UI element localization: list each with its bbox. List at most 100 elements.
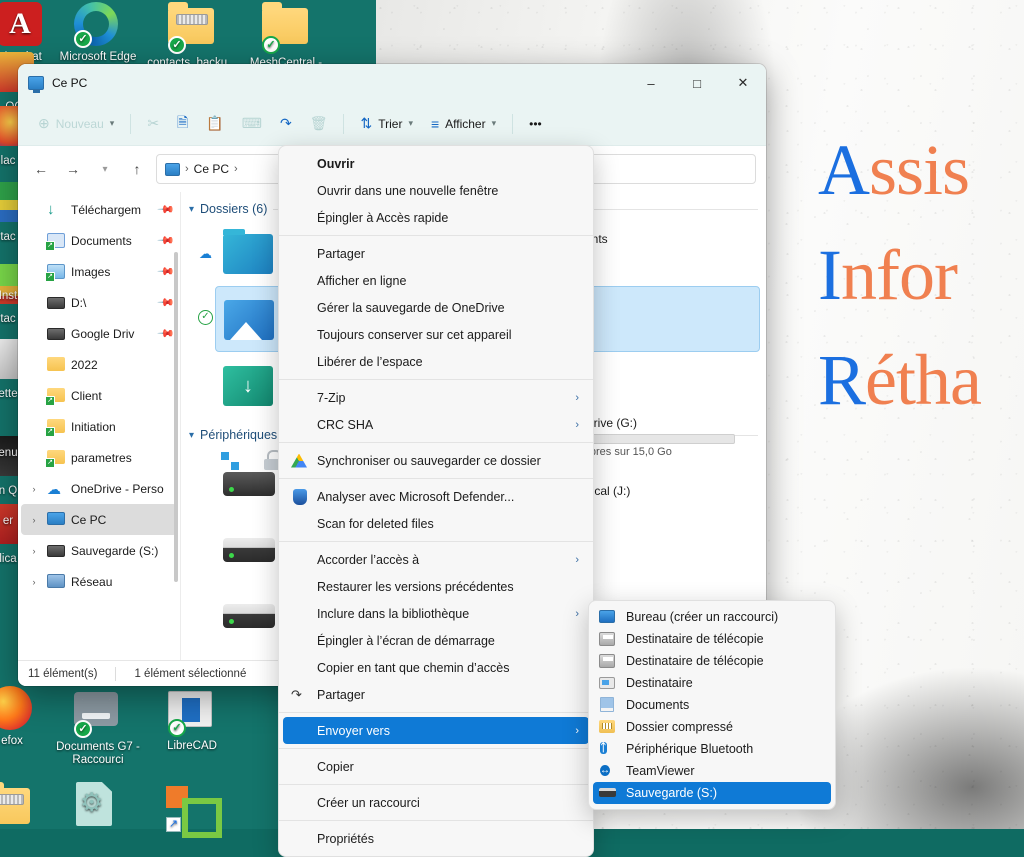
sort-button[interactable]: ⇅ Trier ▾ bbox=[352, 109, 420, 139]
minimize-button[interactable]: – bbox=[628, 64, 674, 102]
menu-item-partager[interactable]: ↷ Partager bbox=[283, 681, 589, 708]
menu-item-envoyer-vers[interactable]: Envoyer vers › bbox=[283, 717, 589, 744]
menu-item-afficher-en-ligne[interactable]: Afficher en ligne bbox=[283, 267, 589, 294]
hard-drive-icon bbox=[223, 522, 279, 568]
librecad-icon: ✓ bbox=[168, 691, 216, 737]
content-tile-device-g[interactable]: Drive (G:) libres sur 15,0 Go bbox=[585, 416, 755, 458]
submenu-item-dossier-compresse[interactable]: Dossier compressé bbox=[593, 716, 831, 738]
menu-item-gerer-sauvegarde-onedrive[interactable]: Gérer la sauvegarde de OneDrive bbox=[283, 294, 589, 321]
menu-item-label: Libérer de l’espace bbox=[317, 354, 423, 369]
close-button[interactable]: ✕ bbox=[720, 64, 766, 102]
expander[interactable]: › bbox=[27, 484, 41, 494]
menu-item-synchroniser-sauvegarder[interactable]: Synchroniser ou sauvegarder ce dossier bbox=[283, 447, 589, 474]
menu-item-proprietes[interactable]: Propriétés bbox=[283, 825, 589, 852]
menu-item-copier-chemin-acces[interactable]: Copier en tant que chemin d’accès bbox=[283, 654, 589, 681]
menu-item-accorder-acces[interactable]: Accorder l’accès à › bbox=[283, 546, 589, 573]
sidebar-item-parametres[interactable]: ↗ parametres bbox=[21, 442, 177, 473]
back-arrow-icon[interactable]: ← bbox=[28, 156, 54, 182]
sidebar-item-documents[interactable]: ↗ Documents 📌 bbox=[21, 225, 177, 256]
menu-item-partager-top[interactable]: Partager bbox=[283, 240, 589, 267]
sidebar-item-images[interactable]: ↗ Images 📌 bbox=[21, 256, 177, 287]
submenu-item-documents[interactable]: Documents bbox=[593, 694, 831, 716]
submenu-item-bluetooth[interactable]: ᛏ Périphérique Bluetooth bbox=[593, 738, 831, 760]
sidebar-item-google-drive[interactable]: Google Driv 📌 bbox=[21, 318, 177, 349]
desktop-icon-virtualbox[interactable]: ↗ bbox=[142, 782, 238, 838]
menu-item-restaurer-versions[interactable]: Restaurer les versions précédentes bbox=[283, 573, 589, 600]
sidebar-item-onedrive[interactable]: › ☁ OneDrive - Perso bbox=[21, 473, 177, 504]
menu-item-analyser-defender[interactable]: Analyser avec Microsoft Defender... bbox=[283, 483, 589, 510]
menu-item-7zip[interactable]: 7-Zip › bbox=[283, 384, 589, 411]
menu-item-ouvrir-nouvelle-fenetre[interactable]: Ouvrir dans une nouvelle fenêtre bbox=[283, 177, 589, 204]
sidebar-item-reseau[interactable]: › Réseau bbox=[21, 566, 177, 597]
view-button[interactable]: ≡ Afficher ▾ bbox=[423, 109, 504, 139]
desktop-icon-librecad[interactable]: ✓ LibreCAD bbox=[144, 686, 240, 753]
breadcrumb-item[interactable]: Ce PC bbox=[194, 162, 229, 176]
desktop-icon-edge[interactable]: ✓ Microsoft Edge bbox=[50, 2, 146, 64]
sidebar-item-downloads[interactable]: ↓ Téléchargem 📌 bbox=[21, 194, 177, 225]
pin-icon[interactable]: 📌 bbox=[157, 262, 176, 281]
explorer-toolbar[interactable]: ⊕ Nouveau ▾ ✂ 🗎 📋 ⌨ ↷ 🗑 ⇅ Trier ▾ ≡ Affi… bbox=[18, 102, 766, 146]
sidebar-item-client[interactable]: ↗ Client bbox=[21, 380, 177, 411]
pin-icon[interactable]: 📌 bbox=[157, 324, 176, 343]
submenu-item-destinataire[interactable]: Destinataire bbox=[593, 672, 831, 694]
sidebar-item-initiation[interactable]: ↗ Initiation bbox=[21, 411, 177, 442]
expander[interactable]: › bbox=[27, 515, 41, 525]
menu-item-label: Scan for deleted files bbox=[317, 516, 434, 531]
forward-arrow-icon[interactable]: → bbox=[60, 156, 86, 182]
sync-check-icon: ✓ bbox=[198, 310, 213, 325]
breadcrumb-separator-end: › bbox=[234, 163, 238, 175]
menu-item-epingler-ecran-demarrage[interactable]: Épingler à l’écran de démarrage bbox=[283, 627, 589, 654]
menu-item-toujours-conserver[interactable]: Toujours conserver sur cet appareil bbox=[283, 321, 589, 348]
send-to-submenu[interactable]: Bureau (créer un raccourci) Destinataire… bbox=[588, 600, 836, 810]
share-button[interactable]: ↷ bbox=[272, 109, 300, 139]
sidebar-item-ce-pc[interactable]: › Ce PC bbox=[21, 504, 177, 535]
menu-item-inclure-bibliotheque[interactable]: Inclure dans la bibliothèque › bbox=[283, 600, 589, 627]
desktop-icon-documents-g7[interactable]: ✓ Documents G7 - Raccourci bbox=[50, 686, 146, 767]
sidebar-item-d-drive[interactable]: D:\ 📌 bbox=[21, 287, 177, 318]
pin-icon[interactable]: 📌 bbox=[157, 200, 176, 219]
rename-button[interactable]: ⌨ bbox=[234, 109, 270, 139]
menu-item-scan-deleted-files[interactable]: Scan for deleted files bbox=[283, 510, 589, 537]
submenu-item-teamviewer[interactable]: ↔ TeamViewer bbox=[593, 760, 831, 782]
context-menu[interactable]: Ouvrir Ouvrir dans une nouvelle fenêtre … bbox=[278, 145, 594, 857]
ellipsis-icon: ••• bbox=[529, 116, 542, 131]
more-options-button[interactable]: ••• bbox=[521, 109, 550, 139]
navigation-pane[interactable]: ↓ Téléchargem 📌 ↗ Documents 📌 ↗ Images 📌… bbox=[18, 192, 180, 660]
pin-icon[interactable]: 📌 bbox=[157, 293, 176, 312]
paste-button[interactable]: 📋 bbox=[198, 109, 231, 139]
desktop-icon-contacts-backup[interactable]: ✓ contacts_backu... bbox=[144, 2, 240, 70]
sidebar-item-sauvegarde[interactable]: › Sauvegarde (S:) bbox=[21, 535, 177, 566]
submenu-item-fax-1[interactable]: Destinataire de télécopie bbox=[593, 628, 831, 650]
expander[interactable]: › bbox=[27, 546, 41, 556]
submenu-item-label: Destinataire bbox=[626, 676, 693, 690]
window-titlebar[interactable]: Ce PC – □ ✕ bbox=[18, 64, 766, 102]
submenu-item-sauvegarde[interactable]: Sauvegarde (S:) bbox=[593, 782, 831, 804]
menu-item-epingler-acces-rapide[interactable]: Épingler à Accès rapide bbox=[283, 204, 589, 231]
shortcut-overlay-icon: ↗ bbox=[45, 271, 55, 282]
submenu-item-fax-2[interactable]: Destinataire de télécopie bbox=[593, 650, 831, 672]
menu-item-copier[interactable]: Copier bbox=[283, 753, 589, 780]
up-arrow-icon[interactable]: ↑ bbox=[124, 156, 150, 182]
sidebar-scrollbar[interactable] bbox=[174, 252, 178, 582]
desktop-icon-config-doc[interactable] bbox=[52, 782, 148, 831]
pin-icon[interactable]: 📌 bbox=[157, 231, 176, 250]
menu-item-crc-sha[interactable]: CRC SHA › bbox=[283, 411, 589, 438]
cut-button[interactable]: ✂ bbox=[139, 109, 167, 139]
maximize-button[interactable]: □ bbox=[674, 64, 720, 102]
copy-button[interactable]: 🗎 bbox=[169, 109, 196, 139]
firefox-icon bbox=[0, 686, 36, 732]
sidebar-item-2022[interactable]: 2022 bbox=[21, 349, 177, 380]
submenu-item-bureau[interactable]: Bureau (créer un raccourci) bbox=[593, 606, 831, 628]
menu-item-liberer-espace[interactable]: Libérer de l’espace bbox=[283, 348, 589, 375]
recent-locations-icon[interactable]: ▾ bbox=[92, 156, 118, 182]
expander[interactable]: › bbox=[27, 577, 41, 587]
chevron-down-icon[interactable]: ▾ bbox=[189, 430, 194, 441]
new-button[interactable]: ⊕ Nouveau ▾ bbox=[30, 109, 122, 139]
delete-button[interactable]: 🗑 bbox=[302, 109, 336, 139]
desktop-icon-meshcentral[interactable]: ✓ MeshCentral - bbox=[238, 2, 334, 70]
chevron-down-icon[interactable]: ▾ bbox=[189, 204, 194, 215]
menu-separator bbox=[279, 235, 593, 236]
menu-item-creer-raccourci[interactable]: Créer un raccourci bbox=[283, 789, 589, 816]
menu-item-ouvrir[interactable]: Ouvrir bbox=[283, 150, 589, 177]
menu-item-label: Restaurer les versions précédentes bbox=[317, 579, 514, 594]
